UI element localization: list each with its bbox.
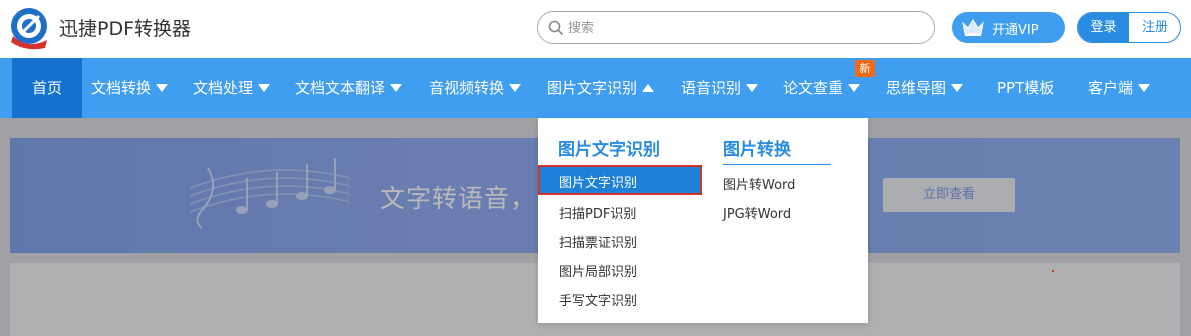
nav-mind-map-label: 思维导图 [886, 79, 947, 97]
page: { "header": { "app_title": "迅捷PDF转换器", "… [0, 0, 1191, 336]
dropdown-item-handwriting-ocr[interactable]: 手写文字识别 [559, 290, 637, 309]
caret-down-icon [1138, 83, 1151, 92]
dropdown-item-partial-ocr[interactable]: 图片局部识别 [559, 261, 637, 280]
nav-av-convert[interactable]: 音视频转换 [429, 58, 522, 118]
caret-down-icon [509, 83, 522, 92]
vip-button[interactable]: 开通VIP [952, 12, 1065, 43]
main-nav: 首页 文档转换 文档处理 文档文本翻译 音视频转换 图片文字识别 语音识别 论文… [0, 58, 1191, 118]
nav-plagiarism-check-label: 论文查重 [783, 79, 844, 97]
caret-up-icon [642, 83, 655, 92]
nav-av-convert-label: 音视频转换 [429, 79, 505, 97]
dropdown-item-scan-ticket-ocr[interactable]: 扫描票证识别 [559, 232, 637, 251]
nav-document-process[interactable]: 文档处理 [193, 58, 271, 118]
nav-home[interactable]: 首页 [12, 58, 82, 118]
nav-client-label: 客户端 [1088, 79, 1134, 97]
search-box[interactable] [537, 11, 935, 44]
new-badge: 新 [855, 60, 875, 77]
nav-image-ocr[interactable]: 图片文字识别 [547, 58, 655, 118]
nav-ppt-templates-label: PPT模板 [997, 79, 1055, 97]
dropdown-item-image-to-word[interactable]: 图片转Word [723, 174, 795, 193]
nav-client[interactable]: 客户端 [1088, 58, 1151, 118]
heading-underline [723, 164, 831, 165]
caret-down-icon [848, 83, 861, 92]
caret-down-icon [746, 83, 759, 92]
nav-document-convert-label: 文档转换 [91, 79, 152, 97]
crown-icon [962, 19, 984, 36]
login-button[interactable]: 登录 [1078, 13, 1129, 42]
nav-document-translate[interactable]: 文档文本翻译 [295, 58, 403, 118]
dropdown-item-scan-pdf-ocr[interactable]: 扫描PDF识别 [559, 203, 636, 222]
nav-ppt-templates[interactable]: PPT模板 [997, 58, 1054, 118]
nav-document-convert[interactable]: 文档转换 [91, 58, 169, 118]
search-icon [548, 20, 564, 36]
dropdown-heading-image-convert: 图片转换 [723, 140, 791, 160]
dropdown-heading-ocr: 图片文字识别 [558, 140, 660, 160]
register-button[interactable]: 注册 [1129, 13, 1180, 42]
app-title: 迅捷PDF转换器 [59, 18, 192, 40]
caret-down-icon [390, 83, 403, 92]
nav-home-label: 首页 [31, 79, 62, 97]
red-dot [1052, 270, 1054, 272]
auth-group: 登录 注册 [1077, 12, 1181, 43]
caret-down-icon [156, 83, 169, 92]
nav-mind-map[interactable]: 思维导图 [886, 58, 964, 118]
nav-speech-recognition-label: 语音识别 [681, 79, 742, 97]
caret-down-icon [258, 83, 271, 92]
nav-document-translate-label: 文档文本翻译 [295, 79, 386, 97]
nav-plagiarism-check[interactable]: 论文查重 [783, 58, 861, 118]
search-input[interactable] [568, 18, 908, 38]
top-header: 迅捷PDF转换器 开通VIP 登录 注册 [0, 0, 1191, 58]
caret-down-icon [951, 83, 964, 92]
image-ocr-dropdown: 图片文字识别 图片转换 图片文字识别 扫描PDF识别 扫描票证识别 图片局部识别… [538, 118, 868, 323]
dropdown-item-image-ocr[interactable]: 图片文字识别 [538, 165, 702, 195]
nav-speech-recognition[interactable]: 语音识别 [681, 58, 759, 118]
app-logo-icon[interactable] [9, 6, 51, 50]
dropdown-item-jpg-to-word[interactable]: JPG转Word [723, 203, 791, 222]
nav-document-process-label: 文档处理 [193, 79, 254, 97]
vip-label: 开通VIP [992, 23, 1039, 38]
nav-image-ocr-label: 图片文字识别 [547, 79, 638, 97]
dropdown-item-label: 图片文字识别 [559, 176, 638, 191]
